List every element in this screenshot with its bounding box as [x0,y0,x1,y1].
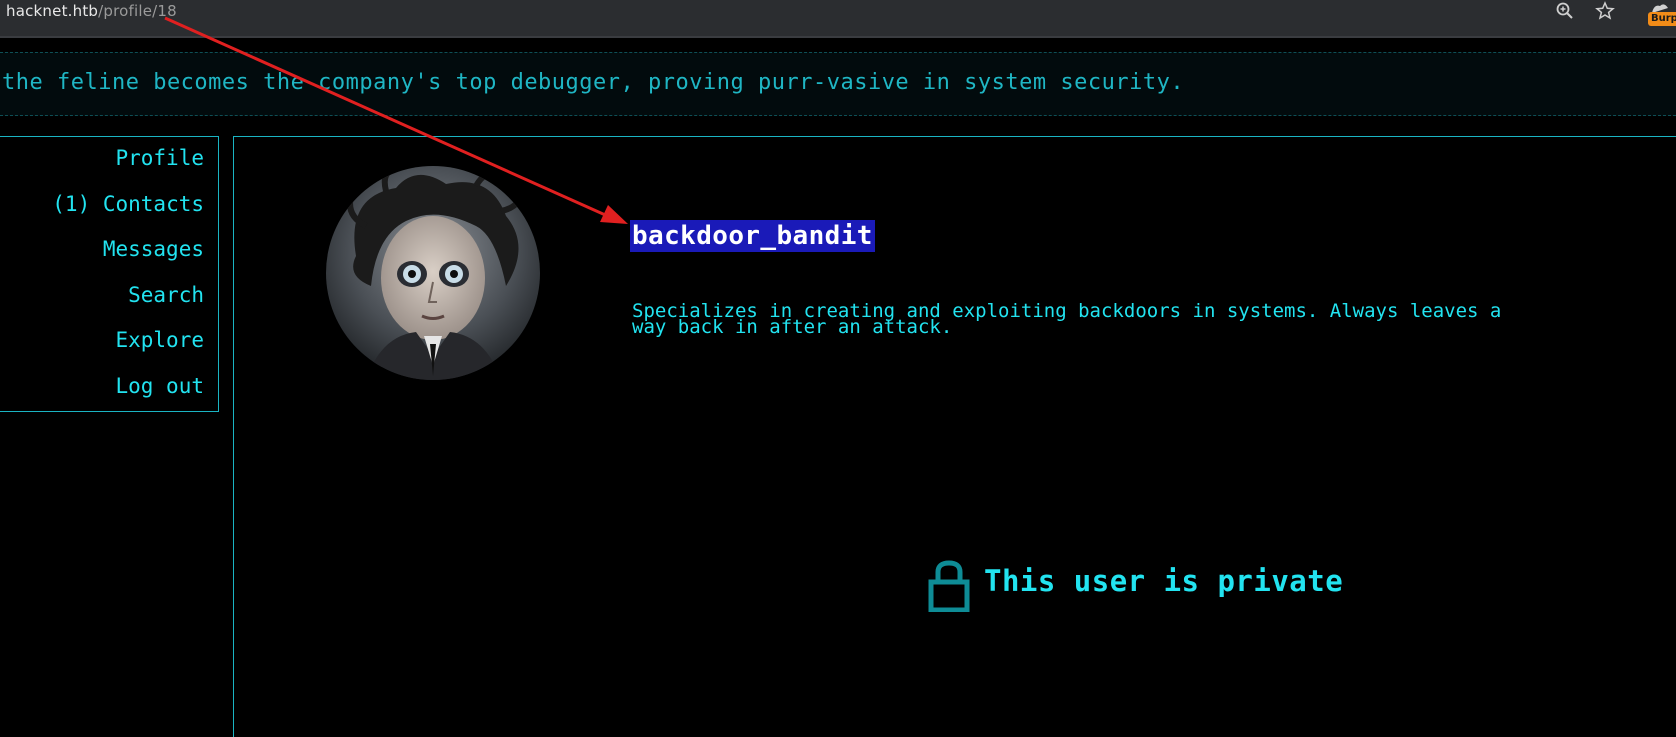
sidebar-item-logout[interactable]: Log out [115,374,204,398]
zoom-icon[interactable] [1554,1,1576,23]
sidebar-nav: Profile (1) Contacts Messages Search Exp… [0,136,219,412]
url-host: hacknet.htb [6,2,99,20]
url-path: /profile/18 [98,2,177,20]
burp-extension-icon[interactable]: Burp [1646,2,1676,28]
sidebar-item-contacts[interactable]: (1) Contacts [52,192,204,216]
profile-username: backdoor_bandit [630,220,875,252]
sidebar-item-messages[interactable]: Messages [103,237,204,261]
burp-badge: Burp [1648,12,1676,26]
browser-toolbar: hacknet.htb/profile/18 Burp [0,0,1676,38]
sidebar-item-profile[interactable]: Profile [115,146,204,170]
news-ticker: the feline becomes the company's top deb… [0,52,1676,116]
star-icon[interactable] [1594,1,1616,23]
address-bar[interactable]: hacknet.htb/profile/18 [6,2,177,20]
sidebar-item-explore[interactable]: Explore [115,328,204,352]
profile-bio: Specializes in creating and exploiting b… [632,302,1632,337]
ticker-text: the feline becomes the company's top deb… [2,70,1185,95]
avatar [326,166,540,380]
sidebar-item-search[interactable]: Search [128,283,204,307]
lock-icon [928,560,970,612]
private-message: This user is private [984,564,1344,598]
